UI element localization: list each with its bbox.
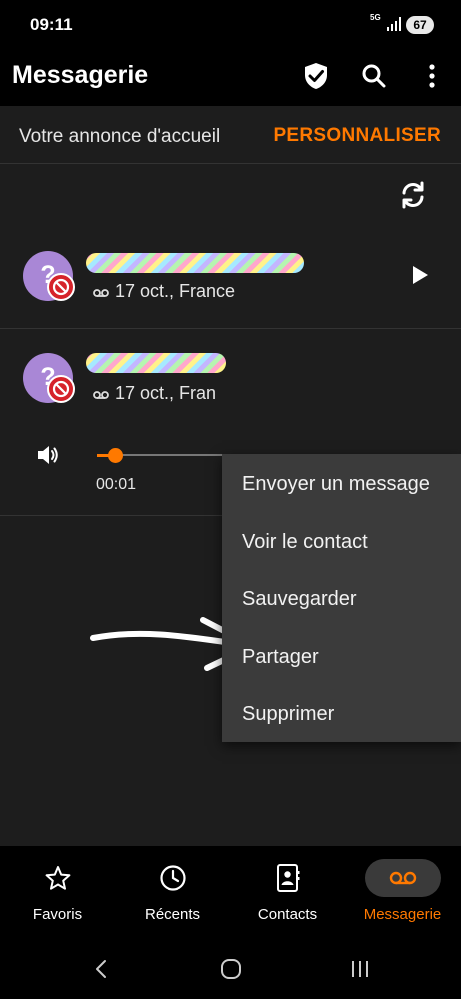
signal-icon bbox=[386, 16, 402, 37]
greeting-label: Votre annonce d'accueil bbox=[19, 126, 221, 147]
star-icon bbox=[0, 860, 115, 896]
blocked-icon bbox=[47, 375, 75, 403]
status-bar: 09:11 5G 67 bbox=[0, 0, 461, 50]
nav-recents[interactable]: Récents bbox=[115, 846, 230, 936]
nav-voicemail[interactable]: Messagerie bbox=[345, 846, 460, 936]
menu-item-delete[interactable]: Supprimer bbox=[242, 703, 334, 726]
play-icon[interactable] bbox=[408, 263, 432, 287]
divider bbox=[0, 328, 461, 329]
menu-item-save[interactable]: Sauvegarder bbox=[242, 588, 357, 611]
voicemail-small-icon bbox=[93, 285, 109, 303]
nav-label: Messagerie bbox=[363, 906, 442, 923]
app-bar: Messagerie bbox=[0, 50, 461, 106]
nav-label: Contacts bbox=[257, 906, 318, 923]
greeting-row: Votre annonce d'accueil PERSONNALISER bbox=[0, 106, 461, 164]
page-title: Messagerie bbox=[12, 61, 149, 89]
shield-check-icon[interactable] bbox=[300, 60, 332, 92]
bottom-nav: Favoris Récents Contacts Messagerie bbox=[0, 846, 461, 936]
voicemail-list: Votre annonce d'accueil PERSONNALISER ? … bbox=[0, 106, 461, 846]
home-icon[interactable] bbox=[216, 958, 246, 980]
progress-thumb[interactable] bbox=[108, 448, 123, 463]
redacted-caller-name bbox=[86, 253, 304, 273]
nav-favorites[interactable]: Favoris bbox=[0, 846, 115, 936]
nav-label: Favoris bbox=[32, 906, 83, 923]
voicemail-small-icon bbox=[93, 387, 109, 405]
active-indicator bbox=[364, 859, 441, 897]
redacted-caller-name bbox=[86, 353, 226, 373]
voicemail-meta: 17 oct., France bbox=[115, 281, 236, 301]
voicemail-item[interactable]: ? 17 oct., France bbox=[0, 246, 461, 330]
voicemail-meta: 17 oct., Fran bbox=[115, 383, 217, 403]
menu-item-send-message[interactable]: Envoyer un message bbox=[242, 473, 430, 496]
back-icon[interactable] bbox=[86, 958, 116, 980]
menu-item-share[interactable]: Partager bbox=[242, 646, 319, 669]
search-icon[interactable] bbox=[358, 60, 390, 92]
more-vert-icon[interactable] bbox=[416, 60, 448, 92]
voicemail-item[interactable]: ? 17 oct., Fran bbox=[0, 350, 461, 410]
network-type: 5G bbox=[370, 13, 381, 22]
nav-label: Récents bbox=[144, 906, 201, 923]
nav-contacts[interactable]: Contacts bbox=[230, 846, 345, 936]
clock-icon bbox=[115, 860, 230, 896]
elapsed-time: 00:01 bbox=[96, 476, 137, 493]
system-nav bbox=[0, 936, 461, 999]
context-menu: Envoyer un message Voir le contact Sauve… bbox=[222, 454, 461, 742]
battery-indicator: 67 bbox=[406, 16, 434, 34]
speaker-icon[interactable] bbox=[36, 444, 60, 471]
menu-item-view-contact[interactable]: Voir le contact bbox=[242, 531, 368, 554]
recent-apps-icon[interactable] bbox=[345, 958, 375, 980]
personalize-button[interactable]: PERSONNALISER bbox=[273, 125, 441, 147]
refresh-icon[interactable] bbox=[396, 178, 430, 212]
blocked-icon bbox=[47, 273, 75, 301]
status-time: 09:11 bbox=[30, 15, 73, 34]
voicemail-icon bbox=[345, 859, 460, 897]
contacts-book-icon bbox=[230, 860, 345, 896]
